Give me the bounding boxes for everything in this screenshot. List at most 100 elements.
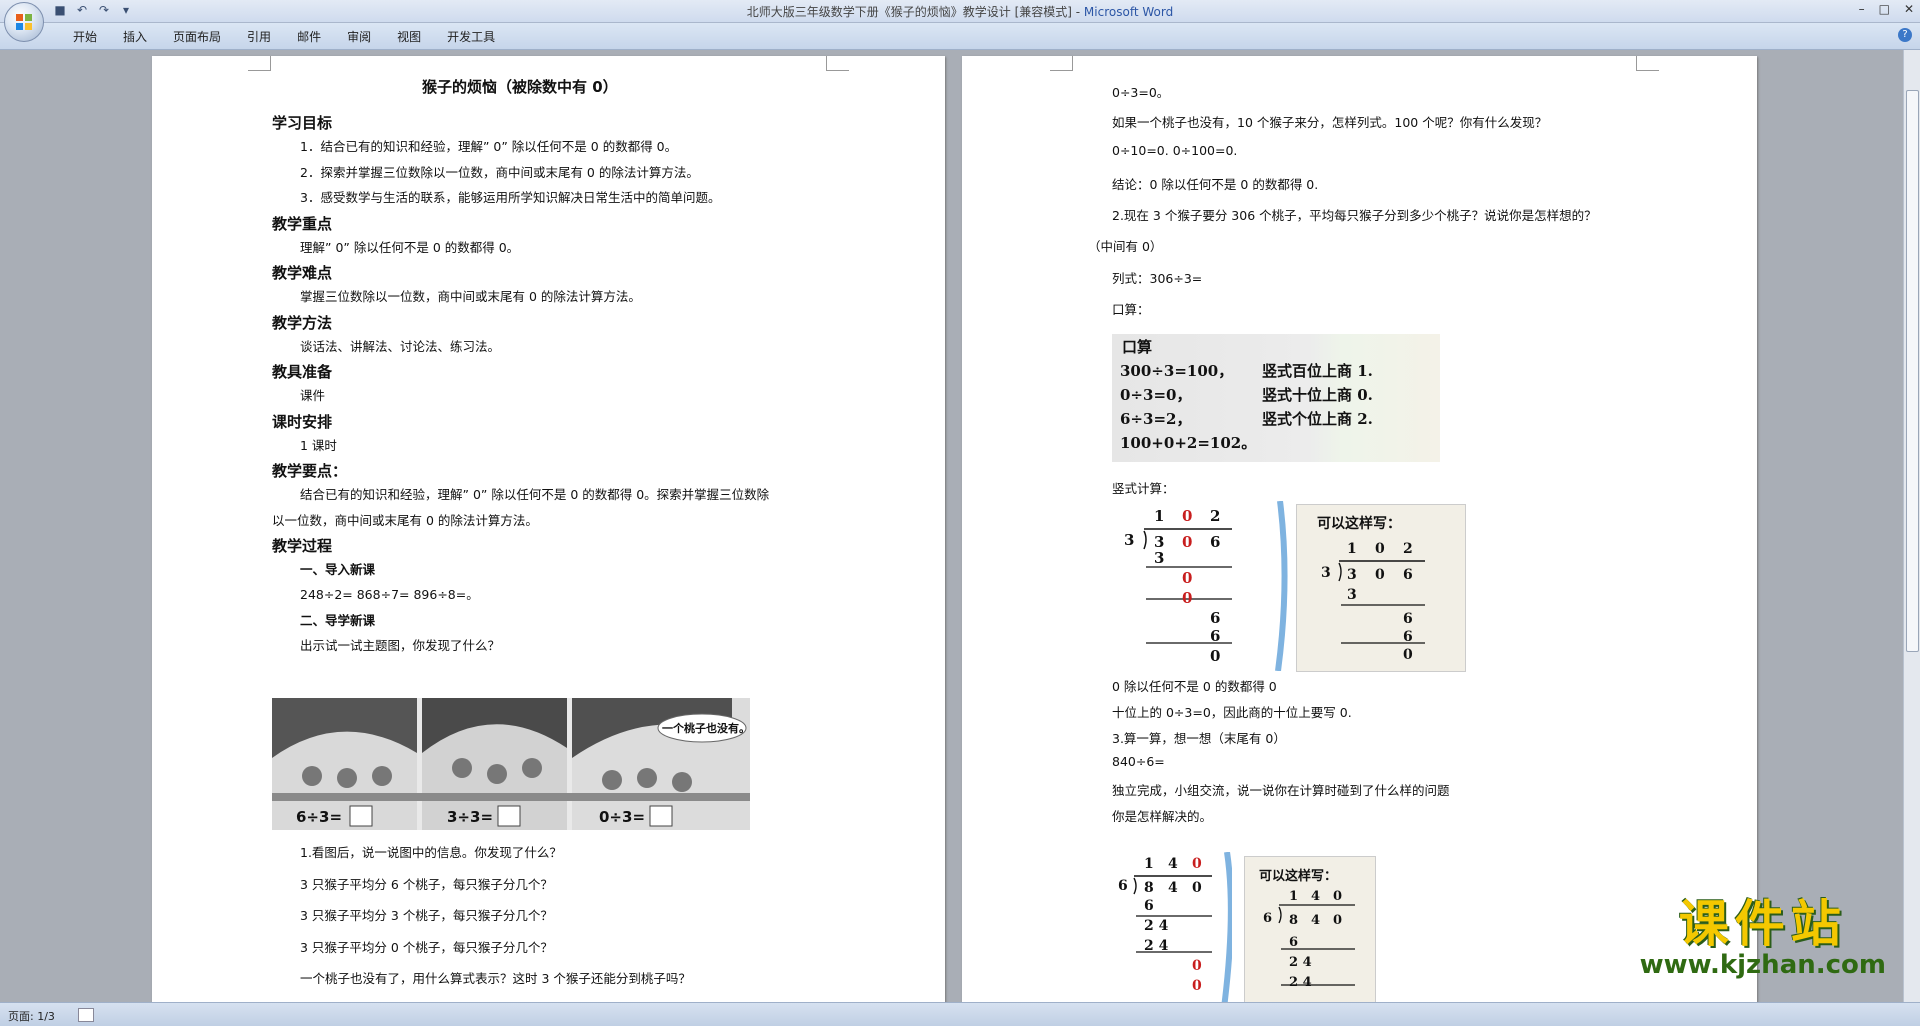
quotient-digit: 1 — [1347, 541, 1357, 557]
tab-4[interactable]: 邮件 — [284, 28, 334, 45]
quotient-digit: 0 — [1333, 889, 1343, 904]
dividend-digit: 0 — [1192, 880, 1202, 896]
body-line: 3 只猴子平均分 3 个桃子，每只猴子分几个？ — [300, 908, 553, 923]
tab-7[interactable]: 开发工具 — [434, 28, 508, 45]
close-button[interactable]: ✕ — [1904, 2, 1914, 16]
body-line: 你是怎样解决的。 — [1112, 809, 1213, 824]
step-value: 6 — [1289, 935, 1299, 950]
section-heading: 教学方法 — [272, 313, 333, 332]
section-heading: 教学要点： — [272, 462, 348, 480]
body-line: 1 课时 — [300, 437, 337, 453]
body-line: 掌握三位数除以一位数，商中间或末尾有 0 的除法计算方法。 — [300, 289, 641, 304]
body-line: 3 只猴子平均分 0 个桃子，每只猴子分几个？ — [300, 939, 553, 955]
quotient-digit: 2 — [1403, 541, 1413, 557]
section-heading: 课时安排 — [272, 412, 333, 431]
caption-6div3: 6÷3= — [296, 808, 343, 826]
step-value: 3 — [1347, 587, 1357, 603]
quotient-digit: 1 — [1154, 507, 1165, 525]
caption-3div3: 3÷3= — [447, 808, 494, 826]
dividend-digit: 0 — [1333, 913, 1343, 928]
section-heading: 教学过程 — [272, 537, 333, 555]
dividend-digit: 8 — [1144, 880, 1154, 896]
page-1[interactable]: 猴子的烦恼（被除数中有 0） 学习目标 1．结合已有的知识和经验，理解” 0” 除… — [152, 56, 945, 1002]
ribbon: 开始 插入 页面布局 引用 邮件 审阅 视图 开发工具 ? — [0, 23, 1920, 50]
body-line: 十位上的 0÷3=0，因此商的十位上要写 0. — [1112, 705, 1352, 720]
speech-bubble: 一个桃子也没有。 — [662, 722, 750, 735]
step-value: 0 — [1403, 647, 1413, 663]
tab-3[interactable]: 引用 — [234, 28, 284, 45]
body-line: 口算： — [1112, 302, 1150, 317]
step-value: 6 — [1403, 629, 1413, 645]
body-line: 1.看图后，说一说图中的信息。你发现了什么？ — [300, 845, 562, 860]
alt-division-card: 可以这样写： 3 1023063660 — [1296, 504, 1466, 672]
document-workspace: 猴子的烦恼（被除数中有 0） 学习目标 1．结合已有的知识和经验，理解” 0” 除… — [0, 50, 1904, 1002]
vertical-scrollbar[interactable] — [1903, 50, 1920, 1002]
body-line: 2．探索并掌握三位数除以一位数，商中间或末尾有 0 的除法计算方法。 — [300, 164, 699, 180]
oral-calc-image: 口算 300÷3=100， 竖式百位上商 1. 0÷3=0， 竖式十位上商 0. 6÷3… — [1112, 334, 1440, 462]
tab-6[interactable]: 视图 — [384, 28, 434, 45]
monkey-illustration: 6÷3= 3÷3= 0÷3= 一个桃子也没有。 — [272, 698, 750, 830]
document-title: 猴子的烦恼（被除数中有 0） — [422, 78, 618, 96]
status-bar: 页面: 1/3 — [0, 1002, 1920, 1026]
dividend-digit: 6 — [1210, 533, 1221, 551]
office-button[interactable] — [4, 2, 44, 42]
watermark-logo: 课件站 — [1678, 894, 1847, 953]
minimize-button[interactable]: – — [1859, 2, 1865, 16]
tab-0[interactable]: 开始 — [60, 28, 110, 45]
vertical-label: 竖式计算： — [1112, 481, 1175, 496]
margin-corner-tl — [1050, 56, 1073, 71]
caption-0div3: 0÷3= — [599, 808, 646, 826]
long-division-1: 3 102306300660 — [1112, 501, 1288, 671]
step-value: 0 — [1192, 958, 1202, 974]
body-line: 结合已有的知识和经验，理解” 0” 除以任何不是 0 的数都得 0。探索并掌握三… — [300, 487, 770, 502]
alt-divisor-2: 6 — [1263, 911, 1273, 926]
quotient-digit: 1 — [1289, 889, 1299, 904]
step-value: 2 4 — [1289, 975, 1312, 990]
body-line: 以一位数，商中间或末尾有 0 的除法计算方法。 — [272, 512, 538, 528]
step-value: 0 — [1182, 589, 1193, 607]
divisor-2: 6 — [1118, 878, 1128, 894]
dividend-digit: 0 — [1182, 533, 1193, 551]
body-line: （中间有 0） — [1088, 239, 1163, 254]
body-line: 0÷10=0. 0÷100=0. — [1112, 143, 1238, 158]
divisor: 3 — [1124, 531, 1135, 549]
body-line: 0 除以任何不是 0 的数都得 0 — [1112, 679, 1277, 694]
body-line: 一个桃子也没有了，用什么算式表示？这时 3 个猴子还能分到桃子吗？ — [300, 971, 691, 986]
step-value: 6 — [1210, 609, 1221, 627]
oral-cell: 100+0+2=102。 — [1120, 434, 1257, 452]
alt-division-card-2: 可以这样写： 6 14084062 42 4 — [1244, 856, 1376, 1002]
help-icon[interactable]: ? — [1898, 28, 1912, 42]
body-line: 如果一个桃子也没有，10 个猴子来分，怎样列式。100 个呢？你有什么发现？ — [1112, 115, 1548, 130]
section-heading: 学习目标 — [272, 114, 333, 132]
proofing-icon[interactable] — [78, 1008, 94, 1022]
subsection-heading: 二、导学新课 — [300, 612, 376, 628]
page-indicator[interactable]: 页面: 1/3 — [8, 1008, 55, 1024]
scrollbar-thumb[interactable] — [1906, 90, 1919, 652]
body-line: 840÷6= — [1112, 754, 1165, 769]
body-line: 理解” 0” 除以任何不是 0 的数都得 0。 — [300, 239, 520, 255]
watermark-url: www.kjzhan.com — [1639, 950, 1886, 980]
step-value: 2 4 — [1289, 955, 1312, 970]
dividend-digit: 6 — [1403, 567, 1413, 583]
body-line: 248÷2= 868÷7= 896÷8=。 — [300, 587, 479, 602]
tab-1[interactable]: 插入 — [110, 28, 160, 45]
body-line: 列式：306÷3= — [1112, 271, 1203, 286]
tab-5[interactable]: 审阅 — [334, 28, 384, 45]
oral-cell: 竖式十位上商 0. — [1262, 386, 1373, 404]
dividend-digit: 3 — [1347, 567, 1357, 583]
section-heading: 教具准备 — [272, 363, 333, 381]
oral-cell: 0÷3=0， — [1120, 386, 1192, 404]
window-title: 北师大版三年级数学下册《猴子的烦恼》教学设计 [兼容模式] - Microsof… — [746, 5, 1174, 19]
body-line: 3．感受数学与生活的联系，能够运用所学知识解决日常生活中的简单问题。 — [300, 190, 721, 205]
body-line: 课件 — [300, 388, 326, 403]
maximize-button[interactable]: □ — [1879, 2, 1890, 16]
quotient-digit: 0 — [1192, 856, 1202, 872]
section-heading: 教学难点 — [272, 264, 333, 282]
tab-2[interactable]: 页面布局 — [160, 28, 234, 45]
subsection-heading: 一、导入新课 — [300, 562, 376, 577]
long-division-2: 6 14084062 42 400 — [1112, 852, 1232, 1002]
page-2[interactable]: 0÷3=0。如果一个桃子也没有，10 个猴子来分，怎样列式。100 个呢？你有什… — [962, 56, 1757, 1002]
body-line: 独立完成，小组交流，说一说你在计算时碰到了什么样的问题 — [1112, 783, 1450, 798]
body-line: 0÷3=0。 — [1112, 85, 1170, 100]
step-value: 0 — [1182, 569, 1193, 587]
